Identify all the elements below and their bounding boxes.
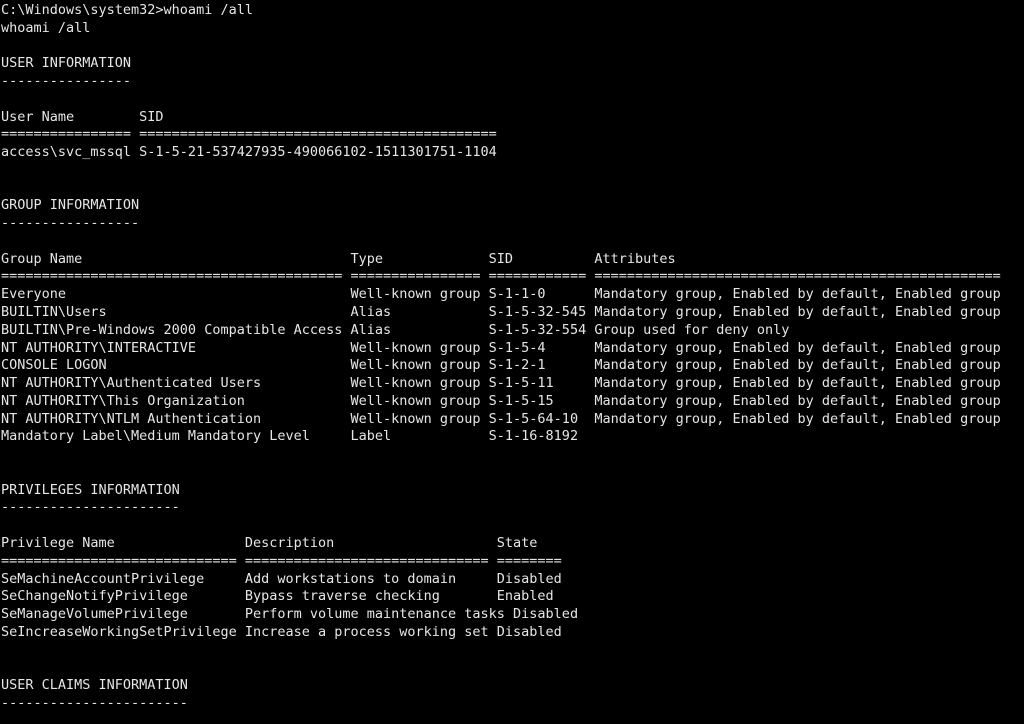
terminal-line: USER INFORMATION <box>1 55 132 72</box>
terminal-line: BUILTIN\Users Alias S-1-5-32-545 Mandato… <box>1 304 1001 321</box>
terminal-line: whoami /all <box>1 19 91 36</box>
terminal-output: C:\Windows\system32>whoami /all whoami /a… <box>1 2 1024 713</box>
terminal-line: C:\Windows\system32>whoami /all <box>1 2 253 18</box>
terminal-line: Mandatory Label\Medium Mandatory Level L… <box>1 428 579 445</box>
terminal-line: Everyone Well-known group S-1-1-0 Mandat… <box>1 286 1001 303</box>
terminal-line: CONSOLE LOGON Well-known group S-1-2-1 M… <box>1 357 1001 374</box>
terminal-line: ----------------------- <box>1 694 188 711</box>
terminal-line: ---------------------- <box>1 499 180 516</box>
terminal-line: NT AUTHORITY\Authenticated Users Well-kn… <box>1 375 1001 392</box>
terminal-line: SeManageVolumePrivilege Perform volume m… <box>1 606 579 623</box>
terminal-line: ---------------- <box>1 73 132 90</box>
terminal-line: ----------------- <box>1 215 140 232</box>
terminal-line: USER CLAIMS INFORMATION <box>1 677 188 694</box>
terminal-line: NT AUTHORITY\This Organization Well-know… <box>1 392 1001 409</box>
terminal-line: NT AUTHORITY\NTLM Authentication Well-kn… <box>1 410 1001 427</box>
terminal-line: User Name SID <box>1 108 164 125</box>
terminal-line: GROUP INFORMATION <box>1 197 140 214</box>
terminal-line: SeIncreaseWorkingSetPrivilege Increase a… <box>1 623 562 640</box>
terminal-line: Group Name Type SID Attributes <box>1 250 676 267</box>
terminal-line: SeMachineAccountPrivilege Add workstatio… <box>1 570 562 587</box>
terminal-line: PRIVILEGES INFORMATION <box>1 481 180 498</box>
terminal-window[interactable]: C:\Windows\system32>whoami /all whoami /a… <box>0 0 1024 724</box>
terminal-line: BUILTIN\Pre-Windows 2000 Compatible Acce… <box>1 321 790 338</box>
terminal-line: ============================= ==========… <box>1 552 562 569</box>
terminal-line: ================ =======================… <box>1 126 497 143</box>
terminal-line: ========================================… <box>1 268 1001 285</box>
terminal-line: NT AUTHORITY\INTERACTIVE Well-known grou… <box>1 339 1001 356</box>
terminal-line: access\svc_mssql S-1-5-21-537427935-4900… <box>1 144 497 161</box>
terminal-line: SeChangeNotifyPrivilege Bypass traverse … <box>1 588 554 605</box>
terminal-line: Privilege Name Description State <box>1 534 538 551</box>
